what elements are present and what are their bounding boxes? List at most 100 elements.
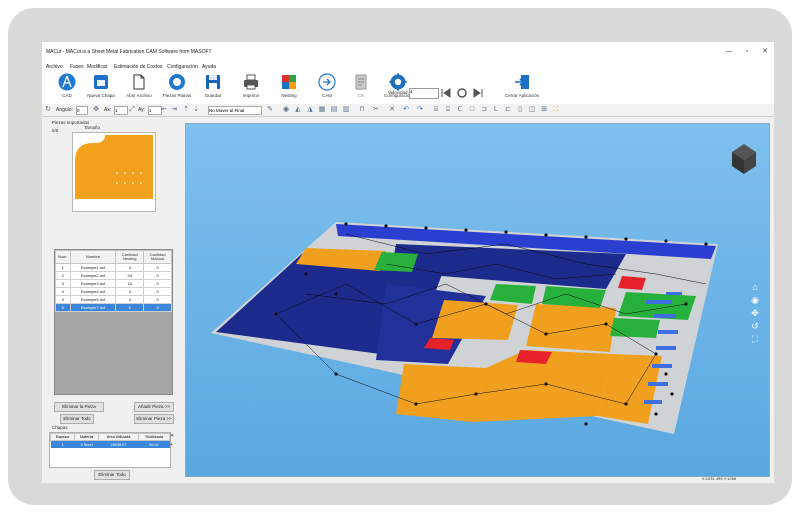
add-part-button[interactable]: Añadir Pieza >> (134, 402, 174, 412)
menu-ayuda[interactable]: Ayuda (202, 64, 216, 70)
table-row-selected[interactable]: 6 Example7.dxf 5 0 (55, 303, 172, 312)
row-qty-nesting: 3 (115, 295, 145, 304)
nesting-button[interactable]: Nesting (274, 73, 304, 103)
crop-tool-icon[interactable]: ⊐ (480, 106, 488, 114)
header-material: Material (74, 433, 99, 441)
cut-tool-icon[interactable]: ✂ (372, 106, 380, 114)
angle-input[interactable]: 0 (76, 106, 88, 115)
cursor-coordinates: X:1031.499,Y:1268 (702, 476, 737, 481)
nc-button[interactable]: CN (348, 73, 374, 103)
lock-tool-icon[interactable]: ⊓ (358, 106, 366, 114)
maximize-button[interactable]: ▫ (740, 46, 754, 58)
cam-button[interactable]: CAM (312, 73, 342, 103)
menu-modificar[interactable]: Modificar (87, 64, 107, 70)
c-tool-icon[interactable]: ᑕ (456, 106, 464, 114)
status-bar: X:1031.499,Y:1268 (42, 475, 774, 483)
row-num: 2 (55, 271, 71, 280)
new-sheet-button[interactable]: Nueva Chapa (86, 73, 116, 103)
cad-button[interactable]: CAD (52, 73, 82, 103)
compass-icon (58, 73, 76, 91)
print-button[interactable]: Imprimir (236, 73, 266, 103)
pan-icon[interactable]: ✥ (749, 307, 761, 320)
arrow-down-icon[interactable]: ⇣ (192, 106, 200, 114)
menu-archivo[interactable]: Archivo (46, 64, 63, 70)
device-frame: MACut - MACut is a Sheet Metal Fabricati… (8, 8, 792, 505)
snap-tool-icon[interactable]: ⌸ (432, 106, 440, 114)
sheet-add-icon[interactable]: + (170, 442, 173, 448)
mirror-tool-icon[interactable]: ◮ (306, 106, 314, 114)
rotate-icon[interactable]: ↺ (749, 320, 761, 333)
delete-tool-icon[interactable]: ◭ (294, 106, 302, 114)
speed-select[interactable]: 4 (409, 88, 439, 99)
row-name: Example5.dxf (69, 295, 117, 304)
new-sheet-icon (94, 75, 108, 89)
corner-tool-icon[interactable]: L (492, 106, 500, 114)
table-row[interactable]: 2 Example2.dxf 94 0 (55, 271, 172, 280)
cam-label: CAM (322, 93, 332, 98)
delete-part-button[interactable]: Eliminar la Pieza (54, 402, 104, 412)
nc-label: CN (357, 93, 365, 98)
speed-label: Velocidad (388, 90, 408, 95)
delete-icon[interactable]: ✕ (388, 106, 396, 114)
group-tool-icon[interactable]: ▤ (330, 106, 338, 114)
home-icon[interactable]: ⌂ (749, 281, 761, 294)
scale-tool-icon[interactable]: ⤢ (128, 106, 136, 114)
nested-part (432, 300, 518, 340)
move-mode-select[interactable]: No Mover al Final (208, 106, 262, 115)
menu-estimacion[interactable]: Estimación de Costos (114, 64, 162, 70)
redo-icon[interactable]: ↷ (416, 106, 424, 114)
rotate-tool-icon[interactable]: ↻ (44, 106, 52, 114)
close-button[interactable]: ✕ (758, 46, 772, 58)
sheet-material: 0 Steel (74, 440, 99, 448)
menu-fases[interactable]: Fases (70, 64, 84, 70)
row-qty-nesting: 94 (115, 271, 145, 280)
square-tool-icon[interactable]: □ (468, 106, 476, 114)
sheet-row[interactable]: 1 0 Steel 28035.07 95.02 (50, 440, 170, 448)
flat-parts-button[interactable]: Piezas Planas (160, 73, 194, 103)
table-row[interactable]: 3 Example3.dxf 15 0 (55, 279, 172, 288)
3d-viewport[interactable] (185, 123, 770, 477)
open-file-button[interactable]: Abrir Archivo (122, 73, 156, 103)
row-qty-manual: 0 (143, 287, 172, 296)
exit-icon (515, 75, 529, 89)
close-app-button[interactable]: Cerrar Aplicación (502, 73, 542, 103)
frame-tool-icon[interactable]: ⌹ (444, 106, 452, 114)
eye-icon[interactable]: ◉ (282, 106, 290, 114)
header-area: Area Utilizada (97, 433, 140, 441)
part-preview (72, 132, 156, 212)
panel-tool-icon[interactable]: ◫ (528, 106, 536, 114)
table-row[interactable]: 5 Example5.dxf 3 0 (55, 295, 172, 304)
align-left-icon[interactable]: ⇤ (160, 106, 168, 114)
new-sheet-label: Nueva Chapa (87, 93, 115, 98)
bracket-tool-icon[interactable]: ⊏ (504, 106, 512, 114)
row-name: Example2.dxf (69, 271, 117, 280)
delete-part-right-button[interactable]: Eliminar Pieza >> (134, 414, 174, 424)
table-row[interactable]: 1 Example1.dxf 3 0 (55, 263, 172, 272)
table-row[interactable]: 4 Example4.dxf 3 0 (55, 287, 172, 296)
export-tool-icon[interactable]: ⛶ (552, 106, 560, 114)
array-tool-icon[interactable]: ▦ (318, 106, 326, 114)
move-tool-icon[interactable]: ✥ (92, 106, 100, 114)
undo-icon[interactable]: ↶ (402, 106, 410, 114)
ax-input[interactable]: 1 (114, 106, 128, 115)
stack-tool-icon[interactable]: ▥ (342, 106, 350, 114)
align-right-icon[interactable]: ⇥ (170, 106, 178, 114)
cad-label: CAD (62, 93, 72, 98)
part-preview-shape (75, 135, 153, 199)
sheet-remove-icon[interactable]: ✕ (170, 433, 174, 439)
menu-configuracion[interactable]: Configuración (167, 64, 198, 70)
pencil-icon[interactable]: ✎ (266, 106, 274, 114)
sheet-usage: 95.02 (138, 440, 170, 448)
arrow-up-icon[interactable]: ⇡ (182, 106, 190, 114)
delete-all-button[interactable]: Eliminar Todo (60, 414, 94, 424)
row-name: Example3.dxf (69, 279, 117, 288)
view-icon[interactable]: ◉ (749, 294, 761, 307)
playback-controls[interactable] (440, 87, 486, 99)
sheets-table-container: Espesor Material Area Utilizada %Utiliza… (49, 432, 171, 468)
nc-code-icon (355, 74, 367, 90)
minimize-button[interactable]: — (722, 46, 736, 58)
table-tool-icon[interactable]: ⊞ (540, 106, 548, 114)
save-button[interactable]: Guardar (198, 73, 228, 103)
fit-icon[interactable]: ⛶ (749, 333, 761, 346)
layout-tool-icon[interactable]: ▯ (516, 106, 524, 114)
